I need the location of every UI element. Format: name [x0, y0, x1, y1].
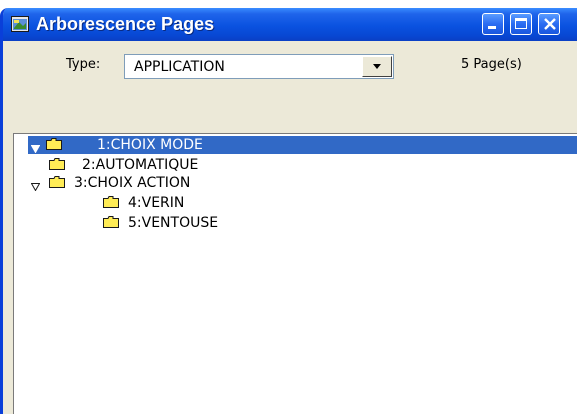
folder-icon	[103, 196, 119, 208]
folder-icon	[46, 138, 62, 150]
minimize-icon	[488, 26, 496, 29]
close-icon	[542, 16, 558, 32]
maximize-button[interactable]	[510, 13, 532, 35]
arborescence-window: Arborescence Pages Type: APPLICATION 5 P…	[0, 8, 577, 414]
folder-icon	[103, 216, 119, 228]
tree-node-1[interactable]: 1:CHOIX MODE	[28, 136, 577, 154]
tree-node-label: 5:VENTOUSE	[128, 215, 219, 231]
folder-icon	[49, 158, 65, 170]
app-icon	[11, 16, 29, 32]
tree-node-3[interactable]: 3:CHOIX ACTION	[30, 174, 281, 192]
close-button[interactable]	[538, 13, 560, 35]
expand-arrow-icon[interactable]	[30, 179, 41, 192]
chevron-down-icon[interactable]	[362, 56, 392, 77]
tree-node-label: 1:CHOIX MODE	[97, 137, 203, 153]
type-select[interactable]: APPLICATION	[124, 54, 394, 79]
type-label: Type:	[66, 57, 101, 72]
expand-arrow-icon[interactable]	[30, 141, 41, 154]
window-title: Arborescence Pages	[36, 14, 215, 34]
minimize-button[interactable]	[482, 13, 504, 35]
type-select-value: APPLICATION	[134, 59, 225, 75]
tree-node-2[interactable]: 2:AUTOMATIQUE	[49, 156, 289, 174]
tree-node-5[interactable]: 5:VENTOUSE	[103, 214, 273, 232]
folder-icon	[49, 176, 65, 188]
page-count: 5 Page(s)	[461, 57, 522, 72]
tree-node-label: 3:CHOIX ACTION	[74, 175, 191, 191]
tree-node-label: 2:AUTOMATIQUE	[82, 157, 199, 173]
tree-node-label: 4:VERIN	[128, 195, 185, 211]
page-tree[interactable]: 1:CHOIX MODE 2:AUTOMATIQUE 3:CHOIX ACTIO…	[13, 133, 577, 414]
title-bar[interactable]: Arborescence Pages	[3, 8, 577, 41]
tree-node-4[interactable]: 4:VERIN	[103, 194, 243, 212]
maximize-icon	[515, 18, 527, 29]
